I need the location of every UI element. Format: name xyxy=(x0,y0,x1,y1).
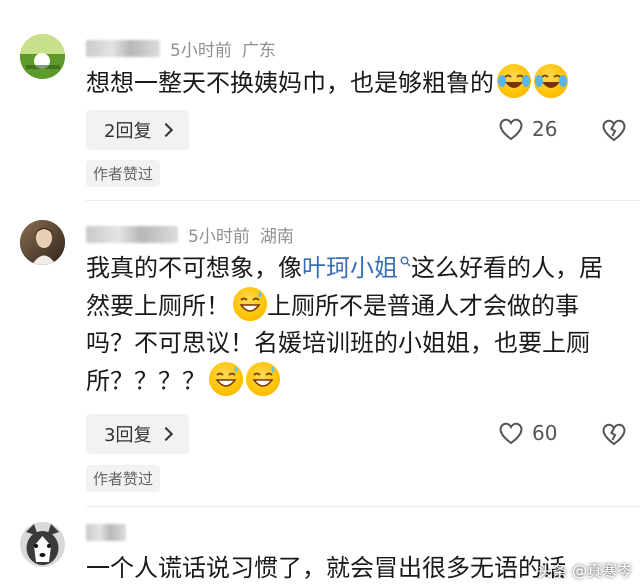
username-blurred[interactable] xyxy=(86,524,126,541)
comment-feed: 5小时前 广东 想想一整天不换姨妈巾，也是够粗鲁的 2回复 26 作者赞过 5小… xyxy=(0,0,640,585)
watermark-text: 头条 @真寒岑 xyxy=(537,562,632,580)
watermark: 头条 @真寒岑 xyxy=(537,560,632,581)
comment-item: 一个人谎话说习惯了，就会冒出很多无语的话 xyxy=(0,0,640,585)
avatar[interactable] xyxy=(20,522,65,567)
avatar-husky-icon xyxy=(20,522,65,567)
comment-meta xyxy=(86,524,126,541)
